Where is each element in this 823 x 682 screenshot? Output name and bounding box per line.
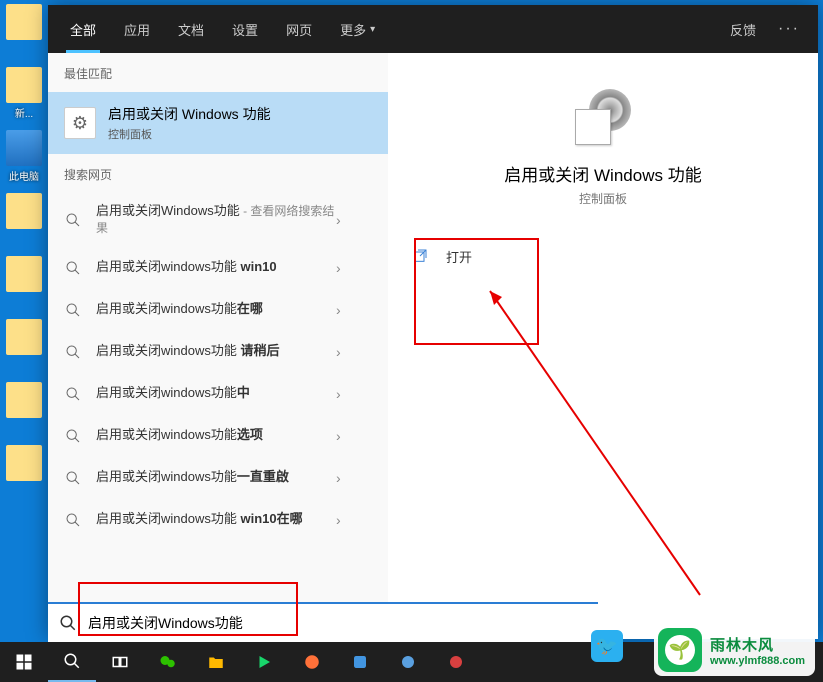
taskbar-app-wechat[interactable] <box>144 642 192 682</box>
section-header-best-match: 最佳匹配 <box>48 53 388 92</box>
watermark: 雨林木风 www.ylmf888.com <box>654 624 815 676</box>
desktop-icon[interactable] <box>2 382 46 437</box>
twitter-icon[interactable]: 🐦 <box>591 630 623 662</box>
taskbar-app-firefox[interactable] <box>288 642 336 682</box>
best-match-item[interactable]: ⚙ 启用或关闭 Windows 功能 控制面板 <box>48 92 388 154</box>
desktop-icon-this-pc[interactable]: 此电脑 <box>2 130 46 185</box>
web-suggestion[interactable]: 启用或关闭windows功能一直重啟 › <box>48 457 388 499</box>
web-suggestion[interactable]: 启用或关闭windows功能 win10在哪 › <box>48 499 388 541</box>
chevron-right-icon: › <box>336 428 341 444</box>
tab-apps[interactable]: 应用 <box>110 5 164 53</box>
web-suggestion[interactable]: 启用或关闭windows功能中 › <box>48 373 388 415</box>
search-icon <box>64 469 82 487</box>
open-icon <box>412 248 430 266</box>
taskbar-app-wps[interactable] <box>336 642 384 682</box>
search-icon <box>64 343 82 361</box>
desktop-icon[interactable] <box>2 319 46 374</box>
windows-features-icon: ⚙ <box>64 107 96 139</box>
desktop-icon[interactable] <box>2 256 46 311</box>
tab-settings[interactable]: 设置 <box>218 5 272 53</box>
desktop-icon[interactable]: 新... <box>2 67 46 122</box>
search-input[interactable] <box>88 615 598 631</box>
chevron-right-icon: › <box>336 302 341 318</box>
desktop-icon[interactable] <box>2 4 46 59</box>
search-icon <box>48 614 88 632</box>
chevron-right-icon: › <box>336 386 341 402</box>
best-match-title: 启用或关闭 Windows 功能 <box>108 104 271 124</box>
tab-more[interactable]: 更多▾ <box>326 5 389 53</box>
taskbar-app-player[interactable] <box>240 642 288 682</box>
chevron-right-icon: › <box>336 512 341 528</box>
windows-features-large-icon <box>575 89 631 145</box>
search-icon <box>64 301 82 319</box>
search-icon <box>64 259 82 277</box>
feedback-button[interactable]: 反馈 <box>718 20 768 39</box>
chevron-right-icon: › <box>336 212 341 228</box>
more-options-button[interactable]: ··· <box>768 20 810 38</box>
web-suggestion[interactable]: 启用或关闭windows功能在哪 › <box>48 289 388 331</box>
results-column: 最佳匹配 ⚙ 启用或关闭 Windows 功能 控制面板 搜索网页 启用或关闭W… <box>48 53 388 639</box>
desktop-area: 新... 此电脑 <box>0 0 48 682</box>
desktop-icon[interactable] <box>2 445 46 500</box>
web-suggestion[interactable]: 启用或关闭Windows功能 - 查看网络搜索结果 › <box>48 193 388 247</box>
task-view-button[interactable] <box>96 642 144 682</box>
search-button[interactable] <box>48 642 96 682</box>
chevron-right-icon: › <box>336 260 341 276</box>
tab-documents[interactable]: 文档 <box>164 5 218 53</box>
taskbar-app[interactable] <box>384 642 432 682</box>
chevron-right-icon: › <box>336 470 341 486</box>
section-header-search-web: 搜索网页 <box>48 154 388 193</box>
chevron-down-icon: ▾ <box>370 24 375 35</box>
tab-web[interactable]: 网页 <box>272 5 326 53</box>
search-icon <box>64 211 82 229</box>
tab-all[interactable]: 全部 <box>56 5 110 53</box>
search-icon <box>64 427 82 445</box>
chevron-right-icon: › <box>336 344 341 360</box>
taskbar-app[interactable] <box>432 642 480 682</box>
open-action[interactable]: 打开 <box>404 237 802 276</box>
preview-title: 启用或关闭 Windows 功能 <box>504 161 701 186</box>
search-icon <box>64 385 82 403</box>
search-icon <box>64 511 82 529</box>
start-button[interactable] <box>0 642 48 682</box>
web-suggestion[interactable]: 启用或关闭windows功能 win10 › <box>48 247 388 289</box>
preview-column: 启用或关闭 Windows 功能 控制面板 打开 <box>388 53 818 639</box>
web-suggestion[interactable]: 启用或关闭windows功能 请稍后 › <box>48 331 388 373</box>
desktop-icon[interactable] <box>2 193 46 248</box>
web-suggestion[interactable]: 启用或关闭windows功能选项 › <box>48 415 388 457</box>
preview-subtitle: 控制面板 <box>579 190 627 207</box>
search-panel: 全部 应用 文档 设置 网页 更多▾ 反馈 ··· 最佳匹配 ⚙ 启用或关闭 W… <box>48 5 818 639</box>
best-match-subtitle: 控制面板 <box>108 126 271 142</box>
taskbar-app-explorer[interactable] <box>192 642 240 682</box>
tabs-bar: 全部 应用 文档 设置 网页 更多▾ 反馈 ··· <box>48 5 818 53</box>
watermark-logo <box>658 628 702 672</box>
search-box-row <box>48 602 598 642</box>
